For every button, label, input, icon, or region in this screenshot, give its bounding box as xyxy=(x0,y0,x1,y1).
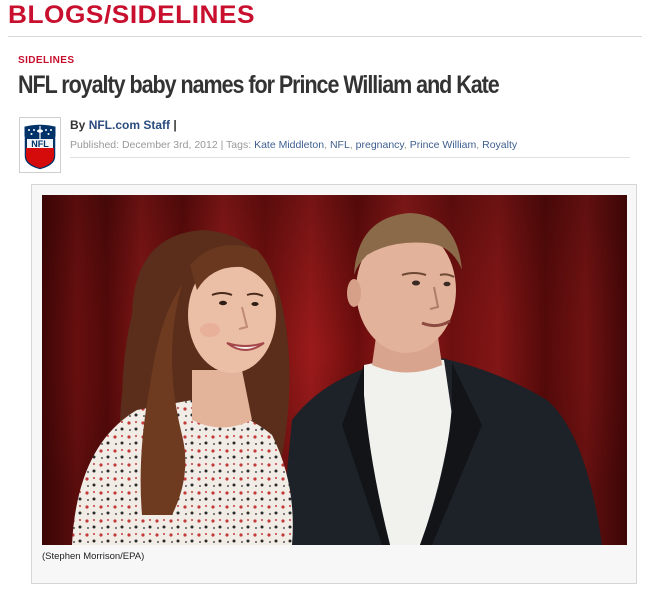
nfl-logo-icon: NFL xyxy=(19,117,61,173)
article-meta: Published: December 3rd, 2012 | Tags: Ka… xyxy=(70,139,518,151)
svg-text:NFL: NFL xyxy=(31,139,49,149)
byline: By NFL.com Staff | xyxy=(70,118,177,132)
article-headline: NFL royalty baby names for Prince Willia… xyxy=(18,71,500,99)
page: BLOGS/SIDELINES SIDELINES NFL royalty ba… xyxy=(0,0,646,589)
meta-divider xyxy=(70,157,630,158)
photo-figure: (Stephen Morrison/EPA) xyxy=(31,184,637,584)
tag-link[interactable]: Prince William xyxy=(410,139,477,151)
byline-separator: | xyxy=(173,118,177,132)
tag-link[interactable]: Kate Middleton xyxy=(254,139,324,151)
tag-link[interactable]: Royalty xyxy=(482,139,517,151)
author-link[interactable]: NFL.com Staff xyxy=(89,118,170,132)
photo-illustration xyxy=(42,195,627,545)
header-divider xyxy=(8,36,642,37)
section-label[interactable]: SIDELINES xyxy=(18,55,74,66)
byline-prefix: By xyxy=(70,118,86,132)
tag-link[interactable]: pregnancy xyxy=(356,139,404,151)
blog-title[interactable]: BLOGS/SIDELINES xyxy=(8,2,255,28)
tag-link[interactable]: NFL xyxy=(330,139,350,151)
photo-caption: (Stephen Morrison/EPA) xyxy=(42,551,145,562)
article-photo[interactable] xyxy=(42,195,627,545)
published-date: Published: December 3rd, 2012 | Tags: xyxy=(70,139,252,151)
